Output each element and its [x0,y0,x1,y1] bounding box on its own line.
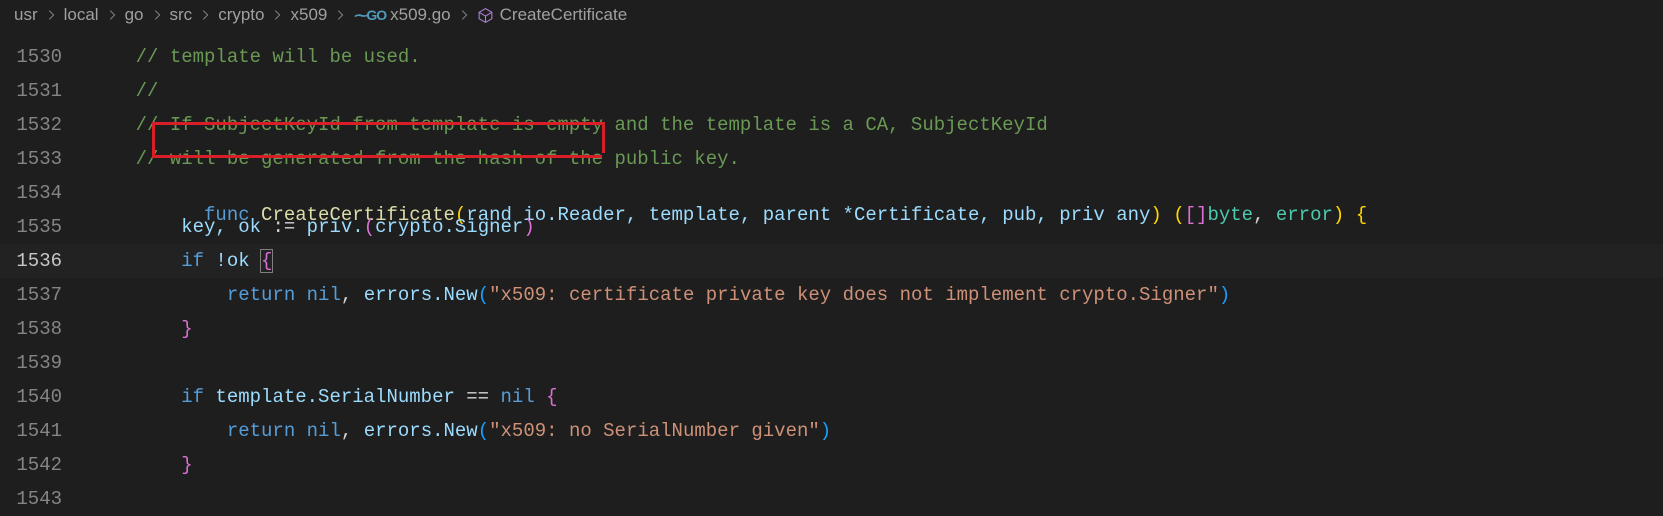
crumb-crypto[interactable]: crypto [218,5,264,25]
line-number: 1539 [0,352,90,374]
brace: { [546,386,557,408]
go-file-icon: ⁓GO [353,7,386,24]
paren: ) [1150,204,1161,226]
call: errors.New [364,284,478,306]
code-line[interactable]: 1543 [0,482,1663,516]
code-line-current[interactable]: 1536 if !ok { [0,244,1663,278]
type: crypto.Signer [375,216,523,238]
identifier: priv. [307,216,364,238]
code-line[interactable]: 1540 if template.SerialNumber == nil { [0,380,1663,414]
space [535,386,546,408]
line-number: 1540 [0,386,90,408]
crumb-file[interactable]: x509.go [390,5,451,25]
brace: } [181,318,192,340]
chevron-icon [44,8,58,22]
chevron-icon [105,8,119,22]
code-line[interactable]: 1542 } [0,448,1663,482]
line-number: 1531 [0,80,90,102]
line-number: 1533 [0,148,90,170]
paren: ( [1173,204,1184,226]
code-line[interactable]: 1538 } [0,312,1663,346]
chevron-icon [150,8,164,22]
keyword-if: if [181,250,204,272]
chevron-icon [198,8,212,22]
comment-text: // [136,80,159,102]
code-line[interactable]: 1534 func CreateCertificate(rand io.Read… [0,176,1663,210]
symbol-function-icon [477,7,494,24]
line-number: 1541 [0,420,90,442]
comment-text: // template will be used. [136,46,421,68]
operator: == [466,386,489,408]
line-number: 1537 [0,284,90,306]
string-literal: "x509: certificate private key does not … [489,284,1219,306]
chevron-icon [270,8,284,22]
params: template, parent *Certificate, pub, priv… [637,204,1150,226]
keyword-return: return [227,284,295,306]
chevron-icon [333,8,347,22]
code-line[interactable]: 1530 // template will be used. [0,40,1663,74]
crumb-usr[interactable]: usr [14,5,38,25]
paren: ) [1333,204,1344,226]
operator: := [272,216,295,238]
keyword-return: return [227,420,295,442]
line-number: 1534 [0,182,90,204]
keyword-if: if [181,386,204,408]
line-number: 1538 [0,318,90,340]
crumb-go[interactable]: go [125,5,144,25]
brace: } [181,454,192,476]
identifiers: key, ok [181,216,261,238]
comment-text: // If SubjectKeyId from template is empt… [136,114,1048,136]
space [489,386,500,408]
brace: { [1356,204,1367,226]
code-line[interactable]: 1531 // [0,74,1663,108]
line-number: 1536 [0,250,90,272]
code-line[interactable]: 1537 return nil, errors.New("x509: certi… [0,278,1663,312]
nil: nil [307,284,341,306]
condition: !ok [204,250,261,272]
crumb-local[interactable]: local [64,5,99,25]
line-number: 1543 [0,488,90,510]
crumb-src[interactable]: src [170,5,193,25]
condition: template.SerialNumber [204,386,466,408]
line-number: 1532 [0,114,90,136]
code-line[interactable]: 1539 [0,346,1663,380]
crumb-x509[interactable]: x509 [290,5,327,25]
call: errors.New [364,420,478,442]
string-literal: "x509: no SerialNumber given" [489,420,820,442]
brace: { [261,250,272,272]
chevron-icon [457,8,471,22]
line-number: 1542 [0,454,90,476]
crumb-symbol[interactable]: CreateCertificate [500,5,628,25]
code-line[interactable]: 1541 return nil, errors.New("x509: no Se… [0,414,1663,448]
breadcrumb: usr local go src crypto x509 ⁓GO x509.go… [0,0,1663,30]
code-editor[interactable]: 1530 // template will be used. 1531 // 1… [0,30,1663,516]
line-number: 1535 [0,216,90,238]
nil: nil [501,386,535,408]
nil: nil [307,420,341,442]
code-line[interactable]: 1532 // If SubjectKeyId from template is… [0,108,1663,142]
line-number: 1530 [0,46,90,68]
